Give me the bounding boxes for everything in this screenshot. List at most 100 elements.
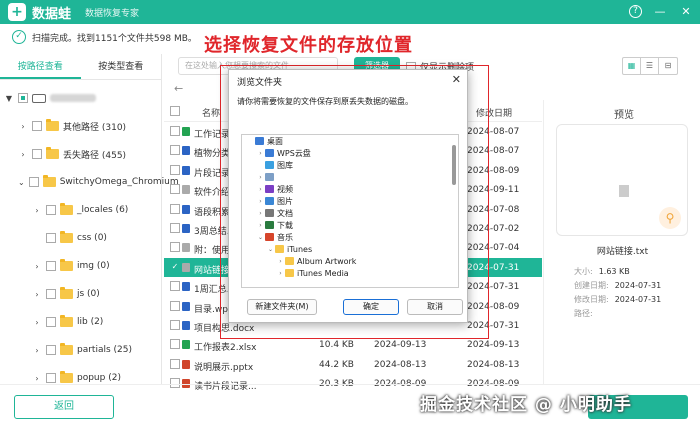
detail-view-icon[interactable]: ⊟ (659, 58, 677, 74)
chevron-right-icon[interactable]: › (32, 262, 42, 271)
dialog-close-icon[interactable]: ✕ (452, 73, 461, 86)
grid-view-icon[interactable]: ▦ (623, 58, 641, 74)
tree-node[interactable]: › _locales (6) (0, 196, 161, 224)
checkbox[interactable] (46, 317, 56, 327)
tree-node[interactable]: › img (0) (0, 252, 161, 280)
file-type-icon (182, 262, 190, 272)
checkbox[interactable] (46, 373, 56, 383)
chevron-right-icon[interactable]: › (32, 290, 42, 299)
row-checkbox[interactable] (170, 281, 180, 292)
help-icon[interactable]: ? (629, 5, 642, 18)
cancel-button[interactable]: 取消 (407, 299, 463, 315)
tab-by-path[interactable]: 按路径查看 (0, 54, 81, 79)
checkbox[interactable] (18, 93, 28, 103)
row-checkbox[interactable] (170, 145, 180, 156)
row-checkbox[interactable] (170, 358, 180, 369)
row-checkbox[interactable]: ✓ (170, 261, 180, 272)
minimize-icon[interactable]: — (652, 3, 668, 21)
chevron-icon[interactable]: › (256, 198, 265, 205)
chevron-down-icon[interactable]: ▼ (4, 94, 14, 103)
dialog-tree-node[interactable]: ⌄ 音乐 (242, 231, 458, 243)
chevron-right-icon[interactable]: › (32, 346, 42, 355)
tab-by-type[interactable]: 按类型查看 (81, 54, 162, 79)
dialog-tree-node[interactable]: › (242, 171, 458, 183)
select-all-checkbox[interactable] (170, 106, 180, 116)
checkbox[interactable] (46, 233, 56, 243)
chevron-icon[interactable]: ⌄ (256, 234, 265, 241)
dialog-folder-tree[interactable]: 桌面 › WPS云盘 图库 › › 视频 › 图片 › 文档 › 下载 ⌄ 音乐 ⌄ iTunes › Album … (241, 134, 459, 288)
new-folder-button[interactable]: 新建文件夹(M) (247, 299, 317, 315)
chevron-icon[interactable]: › (256, 186, 265, 193)
location-icon (265, 233, 274, 241)
chevron-icon[interactable]: › (256, 210, 265, 217)
ok-button[interactable]: 确定 (343, 299, 399, 315)
row-checkbox[interactable] (170, 126, 180, 136)
chevron-icon[interactable]: › (276, 258, 285, 265)
tree-node-drive[interactable]: ▼ (0, 84, 161, 112)
chevron-icon[interactable]: › (276, 270, 285, 277)
list-view-icon[interactable]: ☰ (641, 58, 659, 74)
checkbox[interactable] (46, 289, 56, 299)
dialog-tree-node[interactable]: 桌面 (242, 135, 458, 147)
nav-back-icon[interactable]: ← (174, 82, 183, 95)
dialog-tree-node[interactable]: 图库 (242, 159, 458, 171)
chevron-right-icon[interactable]: › (32, 374, 42, 383)
chevron-icon[interactable]: › (256, 222, 265, 229)
dialog-tree-node[interactable]: › 下载 (242, 219, 458, 231)
back-button[interactable]: 返回 (14, 395, 114, 419)
scrollbar[interactable] (452, 145, 456, 185)
chevron-right-icon[interactable]: › (32, 318, 42, 327)
location-icon (265, 173, 274, 181)
chevron-icon[interactable]: › (256, 150, 265, 157)
tree-node[interactable]: › 丢失路径 (455) (0, 140, 161, 168)
row-name: 工作报表2.xlsx (194, 343, 257, 354)
magnifier-icon[interactable]: ⚲ (659, 207, 681, 229)
tree-node[interactable]: › js (0) (0, 280, 161, 308)
tree-node[interactable]: › partials (25) (0, 336, 161, 364)
checkbox[interactable] (28, 177, 39, 187)
dialog-tree-node[interactable]: › 图片 (242, 195, 458, 207)
dialog-tree-node[interactable]: › WPS云盘 (242, 147, 458, 159)
close-icon[interactable]: ✕ (678, 3, 694, 21)
folder-icon (285, 257, 294, 265)
file-type-icon (182, 301, 190, 311)
chevron-right-icon[interactable]: › (32, 206, 42, 215)
tree-node[interactable]: ⌄ SwitchyOmega_Chromium (0, 168, 179, 196)
row-checkbox[interactable] (170, 300, 180, 311)
chevron-down-icon[interactable]: ⌄ (18, 178, 25, 187)
tree-node[interactable]: › 其他路径 (310) (0, 112, 161, 140)
chevron-icon[interactable]: › (256, 174, 265, 181)
checkbox[interactable] (46, 205, 56, 215)
dialog-tree-node[interactable]: › Album Artwork (242, 255, 458, 267)
checkbox[interactable] (32, 149, 42, 159)
view-tabs: 按路径查看 按类型查看 (0, 54, 161, 80)
path-label: 路径: (574, 309, 593, 318)
dialog-tree-node[interactable]: › iTunes Media (242, 267, 458, 279)
row-checkbox[interactable] (170, 164, 180, 175)
checkbox[interactable] (32, 121, 42, 131)
row-checkbox[interactable] (170, 339, 180, 350)
dialog-tree-node[interactable]: › 视频 (242, 183, 458, 195)
dialog-node-label: 视频 (277, 184, 293, 194)
dialog-tree-node[interactable]: ⌄ iTunes (242, 243, 458, 255)
file-type-icon (182, 146, 190, 156)
title-bar: + 数据蛙 数据恢复专家 ? — ✕ (0, 0, 700, 24)
checkbox[interactable] (46, 345, 56, 355)
table-row[interactable]: 说明展示.pptx 44.2 KB 2024-08-13 2024-08-13 (164, 355, 542, 374)
chevron-right-icon[interactable]: › (18, 150, 28, 159)
row-checkbox[interactable] (170, 242, 180, 253)
row-checkbox[interactable] (170, 184, 180, 195)
row-checkbox[interactable] (170, 222, 180, 233)
dialog-tree-node[interactable]: › 文档 (242, 207, 458, 219)
dialog-node-label: iTunes (287, 244, 313, 254)
chevron-right-icon[interactable]: › (18, 122, 28, 131)
tree-node[interactable]: css (0) (0, 224, 161, 252)
tree-node[interactable]: › lib (2) (0, 308, 161, 336)
size-label: 大小: (574, 267, 593, 276)
row-checkbox[interactable] (170, 319, 180, 330)
row-checkbox[interactable] (170, 203, 180, 214)
chevron-icon[interactable]: ⌄ (266, 246, 275, 253)
col-name-header[interactable]: 名称 (202, 106, 220, 119)
preview-box: ⚲ (556, 124, 688, 236)
checkbox[interactable] (46, 261, 56, 271)
